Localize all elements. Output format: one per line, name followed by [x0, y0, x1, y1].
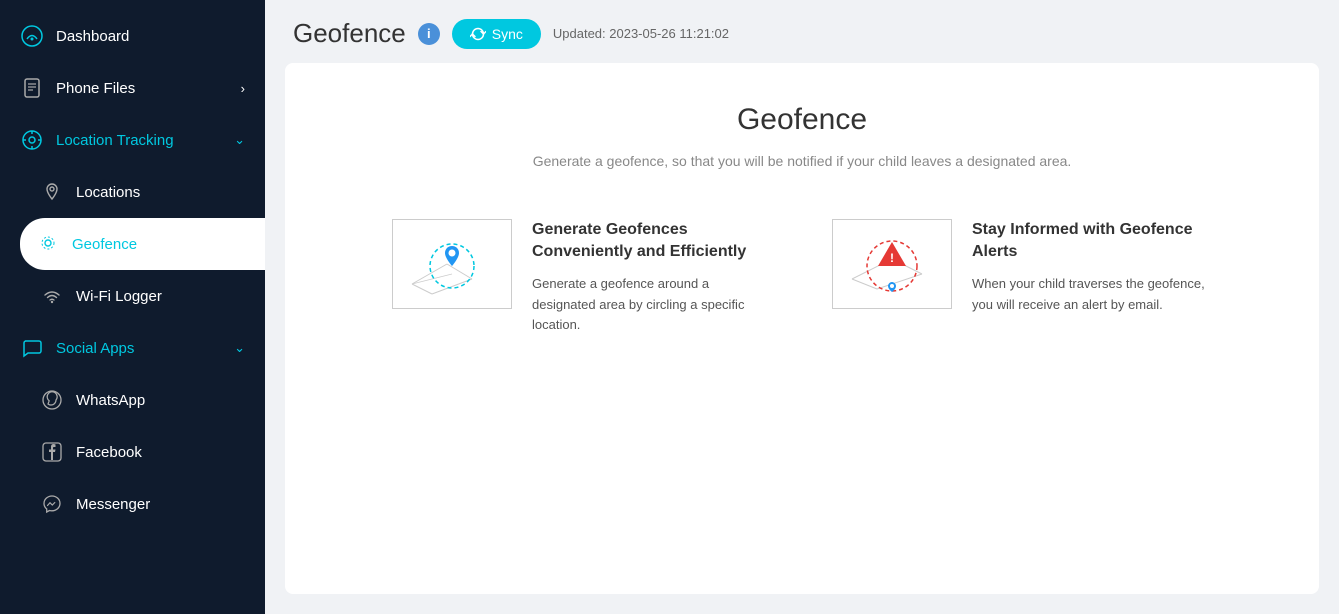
card-title: Geofence: [345, 103, 1259, 137]
sidebar-item-label: Dashboard: [56, 28, 129, 45]
sidebar-item-locations[interactable]: Locations: [10, 166, 265, 218]
sync-button[interactable]: Sync: [452, 19, 541, 49]
sidebar-item-social-apps[interactable]: Social Apps ⌄: [0, 322, 265, 374]
feature2-desc: When your child traverses the geofence, …: [972, 274, 1212, 316]
messenger-icon: [40, 492, 64, 516]
sidebar-item-whatsapp[interactable]: WhatsApp: [10, 374, 265, 426]
sidebar-item-geofence[interactable]: Geofence: [20, 218, 265, 270]
feature2-title: Stay Informed with Geofence Alerts: [972, 219, 1212, 264]
sidebar-item-phone-files[interactable]: Phone Files ›: [0, 62, 265, 114]
page-header: Geofence i Sync Updated: 2023-05-26 11:2…: [265, 0, 1339, 63]
sidebar-sub-location-tracking: Locations Geofence Wi-Fi L: [0, 166, 265, 322]
feature1-title: Generate Geofences Conveniently and Effi…: [532, 219, 772, 264]
chevron-down-icon: ⌄: [234, 132, 245, 148]
feature-generate-geofence: Generate Geofences Conveniently and Effi…: [392, 219, 772, 336]
sidebar-item-label: Facebook: [76, 444, 142, 461]
feature-geofence-alerts: ! Stay Informed with Geofence Alerts Whe…: [832, 219, 1212, 336]
whatsapp-icon: [40, 388, 64, 412]
social-apps-icon: [20, 336, 44, 360]
features-section: Generate Geofences Conveniently and Effi…: [345, 219, 1259, 336]
sidebar-item-label: Phone Files: [56, 80, 135, 97]
page-title: Geofence: [293, 18, 406, 49]
card-subtitle: Generate a geofence, so that you will be…: [345, 153, 1259, 169]
sidebar-sub-social-apps: WhatsApp Facebook Messenger: [0, 374, 265, 530]
facebook-icon: [40, 440, 64, 464]
main-content: Geofence i Sync Updated: 2023-05-26 11:2…: [265, 0, 1339, 614]
sidebar-item-dashboard[interactable]: Dashboard: [0, 10, 265, 62]
geofence-card: Geofence Generate a geofence, so that yo…: [285, 63, 1319, 594]
svg-text:!: !: [890, 251, 894, 265]
sidebar-item-label: Location Tracking: [56, 132, 174, 149]
sidebar-item-label: Geofence: [72, 236, 137, 253]
geofence-illustration-1: [402, 224, 502, 304]
sidebar-item-facebook[interactable]: Facebook: [10, 426, 265, 478]
sidebar-item-label: WhatsApp: [76, 392, 145, 409]
locations-icon: [40, 180, 64, 204]
geofence-illustration-2: !: [842, 224, 942, 304]
sidebar-item-label: Social Apps: [56, 340, 134, 357]
feature1-desc: Generate a geofence around a designated …: [532, 274, 772, 336]
location-tracking-icon: [20, 128, 44, 152]
chevron-down-icon: ⌄: [234, 340, 245, 356]
sidebar-item-label: Locations: [76, 184, 140, 201]
sidebar-item-wifi-logger[interactable]: Wi-Fi Logger: [10, 270, 265, 322]
wifi-icon: [40, 284, 64, 308]
feature2-text: Stay Informed with Geofence Alerts When …: [972, 219, 1212, 315]
dashboard-icon: [20, 24, 44, 48]
sidebar: Dashboard Phone Files › Locati: [0, 0, 265, 614]
sidebar-item-location-tracking[interactable]: Location Tracking ⌄: [0, 114, 265, 166]
updated-timestamp: Updated: 2023-05-26 11:21:02: [553, 26, 729, 41]
sync-icon: [470, 26, 486, 42]
geofence-icon: [36, 232, 60, 256]
sidebar-item-messenger[interactable]: Messenger: [10, 478, 265, 530]
sidebar-item-label: Wi-Fi Logger: [76, 288, 162, 305]
feature2-illustration: !: [832, 219, 952, 309]
feature1-text: Generate Geofences Conveniently and Effi…: [532, 219, 772, 336]
info-button[interactable]: i: [418, 23, 440, 45]
chevron-right-icon: ›: [241, 81, 245, 96]
phone-files-icon: [20, 76, 44, 100]
feature1-illustration: [392, 219, 512, 309]
sidebar-item-label: Messenger: [76, 496, 150, 513]
